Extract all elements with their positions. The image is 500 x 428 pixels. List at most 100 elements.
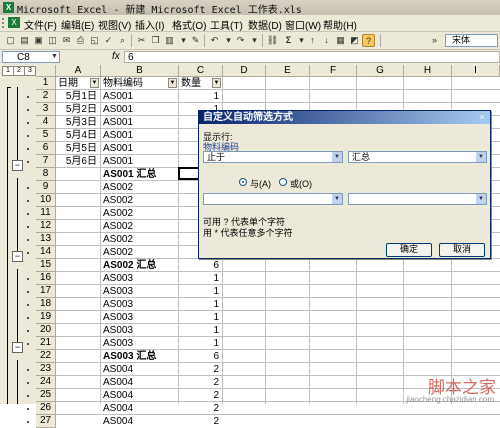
menu-window[interactable]: 窗口(W) (285, 17, 321, 32)
row-header[interactable]: 25 (36, 389, 56, 402)
row-header[interactable]: 27 (36, 415, 56, 428)
row-header[interactable]: 19 (36, 311, 56, 324)
drawing-icon[interactable]: ◩ (348, 34, 361, 47)
cell[interactable]: 1 (181, 285, 221, 298)
close-icon[interactable]: × (477, 112, 487, 122)
row-header[interactable]: 21 (36, 337, 56, 350)
column-header-e[interactable]: E (266, 65, 310, 77)
cell[interactable]: AS002 (103, 207, 177, 220)
row-header[interactable]: 11 (36, 207, 56, 220)
cell[interactable]: AS001 (103, 155, 177, 168)
filter-dropdown-item-code-icon[interactable]: ▼ (168, 78, 177, 88)
cell[interactable]: AS003 (103, 324, 177, 337)
cell[interactable]: AS004 (103, 389, 177, 402)
cell[interactable]: AS003 (103, 285, 177, 298)
undo-icon[interactable]: ↶ (208, 34, 221, 47)
cell[interactable]: AS003 汇总 (103, 350, 177, 363)
cell[interactable] (58, 233, 99, 246)
cell[interactable]: AS001 (103, 90, 177, 103)
hyperlink-icon[interactable]: ⛓ (266, 34, 279, 47)
cell[interactable]: 1 (181, 90, 221, 103)
cell[interactable]: AS003 (103, 337, 177, 350)
cell[interactable] (58, 220, 99, 233)
redo-dropdown-icon[interactable]: ▾ (248, 34, 261, 47)
column-header-d[interactable]: D (223, 65, 266, 77)
cell[interactable]: AS002 (103, 233, 177, 246)
chevron-down-icon[interactable]: ▼ (332, 194, 342, 204)
cell[interactable] (58, 324, 99, 337)
menu-insert[interactable]: 插入(I) (135, 17, 164, 32)
mail-icon[interactable]: ✉ (60, 34, 73, 47)
row-header[interactable]: 15 (36, 259, 56, 272)
research-icon[interactable]: ⌕ (116, 34, 129, 47)
row-header[interactable]: 18 (36, 298, 56, 311)
cell[interactable]: AS001 (103, 129, 177, 142)
cell[interactable] (58, 194, 99, 207)
cell[interactable] (58, 285, 99, 298)
cell[interactable]: AS004 (103, 376, 177, 389)
sort-descending-icon[interactable]: ↓ (320, 34, 333, 47)
outline-level-3-button[interactable]: 3 (24, 66, 36, 76)
row-header[interactable]: 14 (36, 246, 56, 259)
cell[interactable]: 物料编码 (103, 77, 177, 90)
formula-input[interactable]: 6 (124, 51, 500, 63)
collapse-group-button[interactable]: − (12, 251, 23, 262)
menu-help[interactable]: 帮助(H) (323, 17, 357, 32)
cell[interactable] (58, 389, 99, 402)
cell[interactable]: AS001 汇总 (103, 168, 177, 181)
cell[interactable]: 5月5日 (58, 142, 99, 155)
cell[interactable] (58, 298, 99, 311)
cell[interactable]: 5月6日 (58, 155, 99, 168)
cell[interactable] (58, 207, 99, 220)
select-all-corner[interactable] (36, 65, 56, 77)
spelling-icon[interactable]: ✓ (102, 34, 115, 47)
cell[interactable]: AS003 (103, 311, 177, 324)
redo-icon[interactable]: ↷ (234, 34, 247, 47)
menu-format[interactable]: 格式(O) (172, 17, 206, 32)
cell[interactable]: AS002 (103, 246, 177, 259)
cell[interactable]: AS002 汇总 (103, 259, 177, 272)
cell[interactable] (58, 181, 99, 194)
cell[interactable] (58, 246, 99, 259)
copy-icon[interactable]: ❐ (149, 34, 162, 47)
cancel-button[interactable]: 取消 (439, 243, 485, 257)
cell[interactable]: 6 (181, 350, 221, 363)
column-header-f[interactable]: F (310, 65, 357, 77)
row-header[interactable]: 5 (36, 129, 56, 142)
cell[interactable]: AS002 (103, 220, 177, 233)
cell[interactable] (58, 337, 99, 350)
filter-dropdown-quantity-icon[interactable]: ▼ (212, 78, 221, 88)
row-header[interactable]: 20 (36, 324, 56, 337)
chevron-down-icon[interactable]: ▼ (332, 152, 342, 162)
operator-2-select[interactable]: ▼ (203, 193, 343, 205)
row-header[interactable]: 10 (36, 194, 56, 207)
autosum-icon[interactable]: Σ (282, 34, 295, 47)
row-header[interactable]: 9 (36, 181, 56, 194)
or-radio[interactable] (279, 178, 287, 186)
menu-edit[interactable]: 编辑(E) (61, 17, 94, 32)
cell[interactable]: 5月2日 (58, 103, 99, 116)
row-header[interactable]: 17 (36, 285, 56, 298)
cell[interactable] (58, 259, 99, 272)
row-header[interactable]: 1 (36, 77, 56, 90)
toolbar-options-icon[interactable]: » (428, 34, 441, 47)
cut-icon[interactable]: ✂ (135, 34, 148, 47)
row-header[interactable]: 3 (36, 103, 56, 116)
menu-tools[interactable]: 工具(T) (210, 17, 243, 32)
column-header-g[interactable]: G (357, 65, 404, 77)
cell[interactable] (58, 376, 99, 389)
column-header-c[interactable]: C (179, 65, 223, 77)
cell[interactable]: AS003 (103, 298, 177, 311)
cell[interactable]: 1 (181, 311, 221, 324)
workbook-icon[interactable]: X (8, 17, 20, 28)
value-1-combo[interactable]: 汇总 ▼ (348, 151, 487, 163)
cell[interactable]: 1 (181, 272, 221, 285)
row-header[interactable]: 4 (36, 116, 56, 129)
ok-button[interactable]: 确定 (386, 243, 432, 257)
cell[interactable]: AS003 (103, 272, 177, 285)
cell[interactable]: 6 (181, 259, 221, 272)
cell[interactable]: 5月3日 (58, 116, 99, 129)
print-icon[interactable]: ⎙ (74, 34, 87, 47)
name-box[interactable]: C8 ▼ (2, 51, 60, 63)
font-name-select[interactable]: 宋体 (445, 34, 498, 47)
